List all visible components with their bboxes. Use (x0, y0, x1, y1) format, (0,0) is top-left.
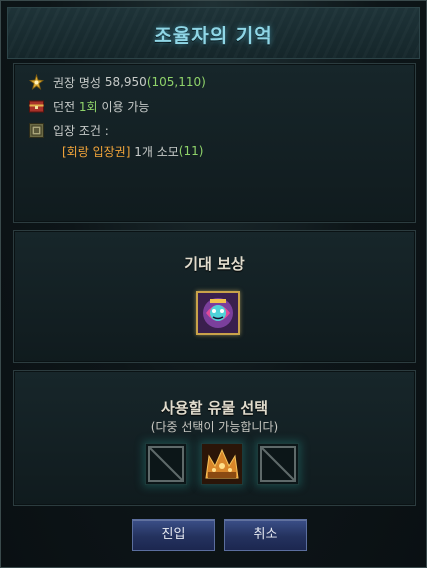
ticket-name[interactable]: [회랑 입장권] (62, 143, 130, 160)
reward-item-icon (198, 293, 238, 337)
info-panel: 권장 명성 58,950 (105,110) 던전 1회 이용 가능 입장 조건 … (13, 63, 416, 223)
relic-slot-2[interactable] (201, 443, 243, 485)
dungeon-suffix: 이용 가능 (101, 99, 150, 114)
dungeon-prefix: 던전 (53, 99, 76, 114)
dungeon-entry-window: 조율자의 기억 권장 명성 58,950 (105,110) 던전 1회 이용 가… (0, 0, 427, 568)
dungeon-chest-icon (28, 98, 45, 115)
ticket-consume: 1개 소모 (134, 144, 179, 159)
relic-slot-1[interactable] (145, 443, 187, 485)
reputation-extra: (105,110) (146, 75, 206, 89)
entry-condition-label: 입장 조건 : (53, 123, 109, 138)
reputation-label: 권장 명성 (53, 75, 101, 90)
empty-slot-icon (146, 444, 186, 484)
window-title: 조율자의 기억 (154, 25, 273, 47)
relic-subtitle: (다중 선택이 가능합니다) (150, 420, 279, 434)
title-bar[interactable]: 조율자의 기억 (7, 7, 420, 59)
empty-slot-icon (258, 444, 298, 484)
relic-panel: 사용할 유물 선택 (다중 선택이 가능합니다) (13, 370, 416, 506)
reward-panel: 기대 보상 (13, 230, 416, 363)
relic-title: 사용할 유물 선택 (160, 399, 269, 417)
ticket-owned: (11) (178, 144, 204, 158)
enter-button[interactable]: 진입 (132, 519, 215, 551)
relic-slot-3[interactable] (257, 443, 299, 485)
reputation-icon (28, 73, 45, 91)
entry-ticket-icon (28, 122, 45, 139)
reward-title: 기대 보상 (184, 255, 245, 273)
relic-crown-icon (202, 444, 242, 484)
reputation-row: 권장 명성 58,950 (105,110) (28, 73, 206, 91)
entry-condition-row: 입장 조건 : (28, 121, 109, 139)
ticket-row: [회랑 입장권] 1개 소모 (11) (62, 142, 203, 160)
reputation-value: 58,950 (104, 75, 147, 89)
dungeon-row: 던전 1회 이용 가능 (28, 97, 149, 115)
dungeon-count: 1회 (78, 99, 98, 114)
reward-item-slot[interactable] (196, 291, 240, 335)
cancel-button[interactable]: 취소 (224, 519, 307, 551)
